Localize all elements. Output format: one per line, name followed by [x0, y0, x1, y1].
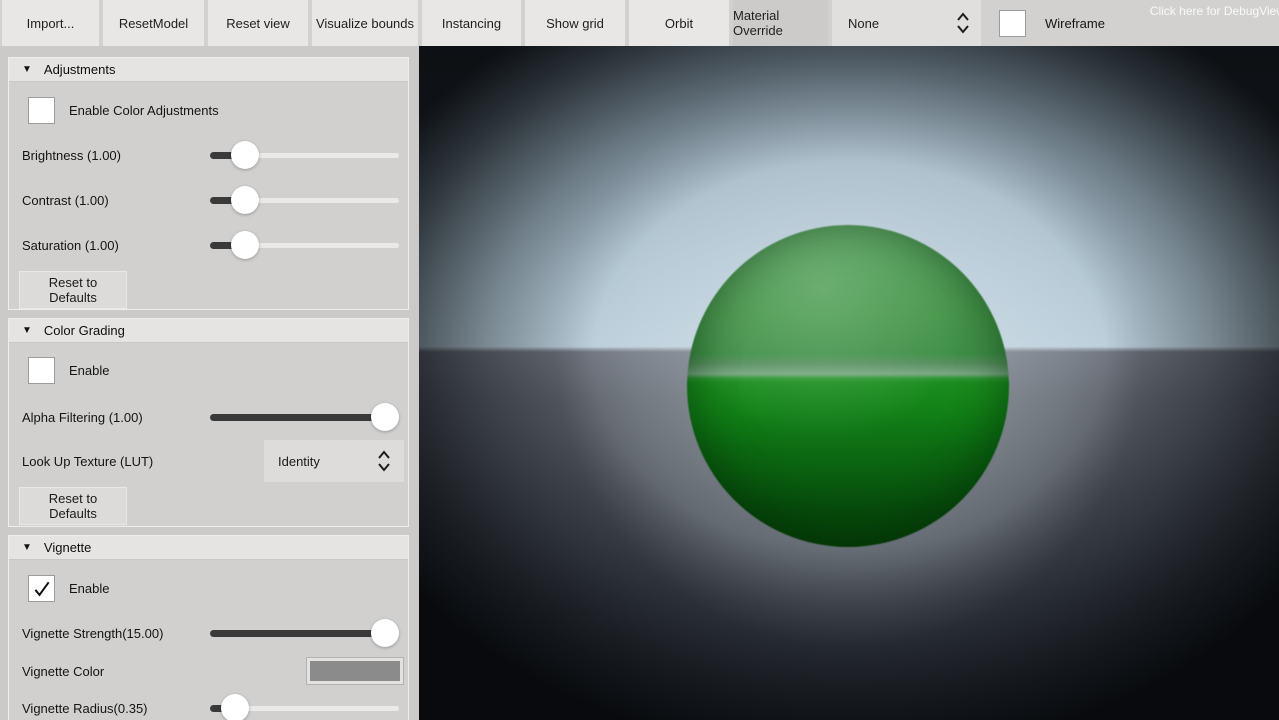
collapse-triangle-icon: ▼	[22, 326, 32, 336]
slider-thumb[interactable]	[221, 694, 249, 720]
vignette-header[interactable]: ▼ Vignette	[9, 536, 408, 560]
lut-select[interactable]: Identity	[264, 440, 404, 482]
import-button[interactable]: Import...	[2, 0, 99, 46]
vignette-radius-slider[interactable]	[210, 694, 399, 720]
alpha-filtering-label: Alpha Filtering (1.00)	[22, 410, 143, 425]
vignette-strength-label: Vignette Strength(15.00)	[22, 626, 163, 641]
saturation-slider[interactable]	[210, 231, 399, 259]
slider-thumb[interactable]	[371, 619, 399, 647]
wireframe-toggle-group: Wireframe	[999, 0, 1105, 46]
brightness-label: Brightness (1.00)	[22, 148, 121, 163]
vignette-radius-label: Vignette Radius(0.35)	[22, 701, 148, 716]
instancing-button[interactable]: Instancing	[422, 0, 521, 46]
toolbar: Import... ResetModel Reset view Visualiz…	[0, 0, 1279, 46]
visualize-bounds-button[interactable]: Visualize bounds	[312, 0, 418, 46]
panel-title: Adjustments	[44, 62, 116, 77]
wireframe-label: Wireframe	[1045, 16, 1105, 31]
reset-view-button[interactable]: Reset view	[208, 0, 308, 46]
slider-thumb[interactable]	[231, 231, 259, 259]
vignette-color-label: Vignette Color	[22, 664, 104, 679]
settings-sidebar: ▼ Adjustments Enable Color Adjustments B…	[0, 46, 419, 720]
orbit-button[interactable]: Orbit	[629, 0, 729, 46]
panel-color-grading: ▼ Color Grading Enable Alpha Filtering (…	[8, 318, 409, 527]
updown-chevron-icon	[376, 448, 392, 474]
saturation-label: Saturation (1.00)	[22, 238, 119, 253]
contrast-slider[interactable]	[210, 186, 399, 214]
brightness-slider[interactable]	[210, 141, 399, 169]
collapse-triangle-icon: ▼	[22, 543, 32, 553]
checkbox-label: Enable	[69, 363, 109, 378]
color-grading-header[interactable]: ▼ Color Grading	[9, 319, 408, 343]
green-sphere[interactable]	[687, 225, 1009, 547]
updown-chevron-icon	[955, 10, 971, 36]
adjustments-header[interactable]: ▼ Adjustments	[9, 58, 408, 82]
vignette-enable-checkbox[interactable]	[28, 575, 55, 602]
reset-model-button[interactable]: ResetModel	[103, 0, 204, 46]
contrast-label: Contrast (1.00)	[22, 193, 109, 208]
panel-title: Vignette	[44, 540, 91, 555]
wireframe-checkbox[interactable]	[999, 10, 1026, 37]
slider-thumb[interactable]	[231, 141, 259, 169]
slider-thumb[interactable]	[231, 186, 259, 214]
panel-adjustments: ▼ Adjustments Enable Color Adjustments B…	[8, 57, 409, 310]
collapse-triangle-icon: ▼	[22, 65, 32, 75]
alpha-filtering-slider[interactable]	[210, 403, 399, 431]
reset-defaults-button[interactable]: Reset to Defaults	[19, 271, 127, 309]
material-override-value: None	[848, 16, 879, 31]
debugview-link[interactable]: Click here for DebugView	[1150, 4, 1279, 18]
checkbox-label: Enable	[69, 581, 109, 596]
vignette-color-swatch[interactable]	[307, 658, 403, 684]
show-grid-button[interactable]: Show grid	[525, 0, 625, 46]
lut-value: Identity	[278, 454, 320, 469]
reset-defaults-button[interactable]: Reset to Defaults	[19, 487, 127, 525]
material-override-select[interactable]: None	[832, 0, 981, 46]
vignette-strength-slider[interactable]	[210, 619, 399, 647]
panel-title: Color Grading	[44, 323, 125, 338]
checkbox-label: Enable Color Adjustments	[69, 103, 219, 118]
color-grading-enable-checkbox[interactable]	[28, 357, 55, 384]
material-override-button[interactable]: Material Override	[733, 0, 828, 46]
enable-color-adjustments-checkbox[interactable]	[28, 97, 55, 124]
viewport-3d[interactable]	[419, 46, 1279, 720]
panel-vignette: ▼ Vignette Enable Vignette Strength(15.0…	[8, 535, 409, 720]
slider-thumb[interactable]	[371, 403, 399, 431]
lut-label: Look Up Texture (LUT)	[22, 454, 153, 469]
